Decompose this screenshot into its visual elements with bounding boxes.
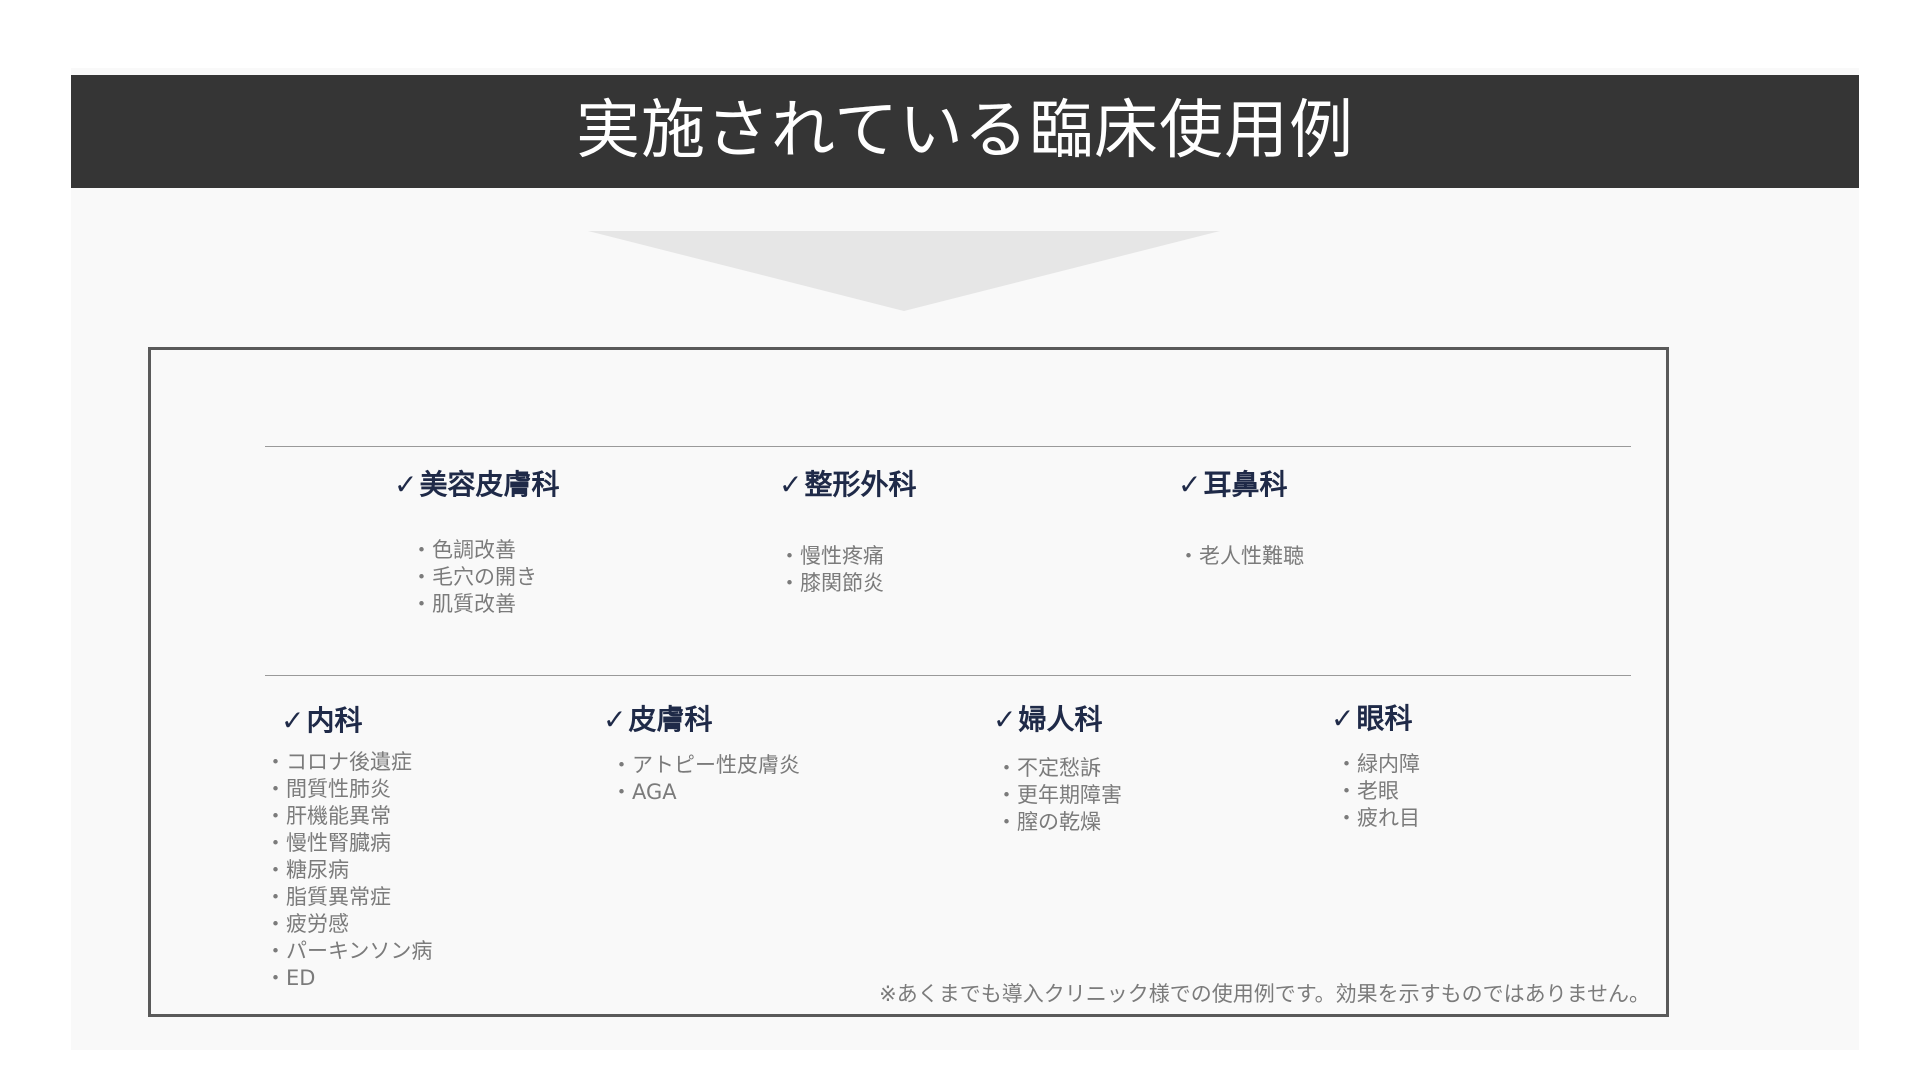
category-name: 眼科 (1356, 702, 1413, 735)
category-title: ✓婦人科 (993, 698, 1122, 738)
category-gynecology: ✓婦人科 ・不定愁訴 ・更年期障害 ・膣の乾燥 (993, 698, 1122, 836)
list-item: ・肌質改善 (411, 592, 516, 616)
title-bar: 実施されている臨床使用例 (71, 75, 1859, 188)
list-item: ・間質性肺炎 (265, 777, 391, 801)
category-cosmetic-dermatology: ✓美容皮膚科 ・色調改善 ・毛穴の開き ・肌質改善 (394, 463, 559, 618)
list-item: ・脂質異常症 (265, 885, 391, 909)
category-name: 皮膚科 (628, 703, 713, 736)
list-item: ・疲労感 (265, 912, 349, 936)
list-item: ・色調改善 (411, 538, 516, 562)
category-dermatology: ✓皮膚科 ・アトピー性皮膚炎 ・AGA (603, 698, 800, 806)
divider-middle (265, 675, 1631, 676)
list-item: ・ED (265, 966, 316, 990)
category-title: ✓美容皮膚科 (394, 463, 559, 503)
list-item: ・パーキンソン病 (265, 939, 433, 963)
list-item: ・肝機能異常 (265, 804, 391, 828)
list-item: ・更年期障害 (996, 783, 1122, 807)
page-title: 実施されている臨床使用例 (575, 94, 1355, 168)
category-name: 整形外科 (804, 468, 917, 501)
item-list: ・慢性疼痛 ・膝関節炎 (779, 543, 916, 597)
check-icon: ✓ (603, 703, 627, 736)
check-icon: ✓ (394, 468, 418, 501)
list-item: ・緑内障 (1336, 752, 1420, 776)
list-item: ・老人性難聴 (1178, 544, 1304, 568)
check-icon: ✓ (993, 703, 1017, 736)
disclaimer-note: ※あくまでも導入クリニック様での使用例です。効果を示すものではありません。 (879, 982, 1650, 1006)
item-list: ・コロナ後遺症 ・間質性肺炎 ・肝機能異常 ・慢性腎臓病 ・糖尿病 ・脂質異常症… (265, 749, 432, 992)
list-item: ・コロナ後遺症 (265, 750, 412, 774)
category-title: ✓皮膚科 (603, 698, 800, 738)
check-icon: ✓ (779, 468, 803, 501)
list-item: ・老眼 (1336, 779, 1399, 803)
category-ophthalmology: ✓眼科 ・緑内障 ・老眼 ・疲れ目 (1331, 697, 1420, 832)
category-name: 耳鼻科 (1203, 468, 1288, 501)
list-item: ・疲れ目 (1336, 806, 1420, 830)
list-item: ・不定愁訴 (996, 756, 1101, 780)
list-item: ・膣の乾燥 (996, 810, 1101, 834)
list-item: ・糖尿病 (265, 858, 349, 882)
category-title: ✓耳鼻科 (1178, 463, 1304, 503)
category-name: 内科 (306, 704, 363, 737)
check-icon: ✓ (1178, 468, 1202, 501)
check-icon: ✓ (281, 704, 305, 737)
category-internal-medicine: ✓内科 ・コロナ後遺症 ・間質性肺炎 ・肝機能異常 ・慢性腎臓病 ・糖尿病 ・脂… (265, 699, 432, 992)
item-list: ・緑内障 ・老眼 ・疲れ目 (1331, 751, 1420, 832)
category-title: ✓整形外科 (779, 463, 916, 503)
list-item: ・膝関節炎 (779, 571, 884, 595)
category-otolaryngology: ✓耳鼻科 ・老人性難聴 (1178, 463, 1304, 570)
down-arrow-icon (588, 231, 1220, 311)
divider-top (265, 446, 1631, 447)
check-icon: ✓ (1331, 702, 1355, 735)
item-list: ・老人性難聴 (1178, 543, 1304, 570)
category-name: 婦人科 (1018, 703, 1103, 736)
list-item: ・慢性疼痛 (779, 544, 884, 568)
item-list: ・不定愁訴 ・更年期障害 ・膣の乾燥 (993, 755, 1122, 836)
list-item: ・慢性腎臓病 (265, 831, 391, 855)
list-item: ・AGA (611, 780, 677, 804)
category-title: ✓内科 (281, 699, 432, 739)
category-orthopedics: ✓整形外科 ・慢性疼痛 ・膝関節炎 (779, 463, 916, 597)
list-item: ・毛穴の開き (411, 565, 537, 589)
usage-examples-panel: ✓美容皮膚科 ・色調改善 ・毛穴の開き ・肌質改善 ✓整形外科 ・慢性疼痛 ・膝… (148, 347, 1669, 1017)
item-list: ・アトピー性皮膚炎 ・AGA (603, 752, 800, 806)
category-name: 美容皮膚科 (419, 468, 560, 501)
category-title: ✓眼科 (1331, 697, 1420, 737)
item-list: ・色調改善 ・毛穴の開き ・肌質改善 (394, 537, 559, 618)
list-item: ・アトピー性皮膚炎 (611, 753, 800, 777)
